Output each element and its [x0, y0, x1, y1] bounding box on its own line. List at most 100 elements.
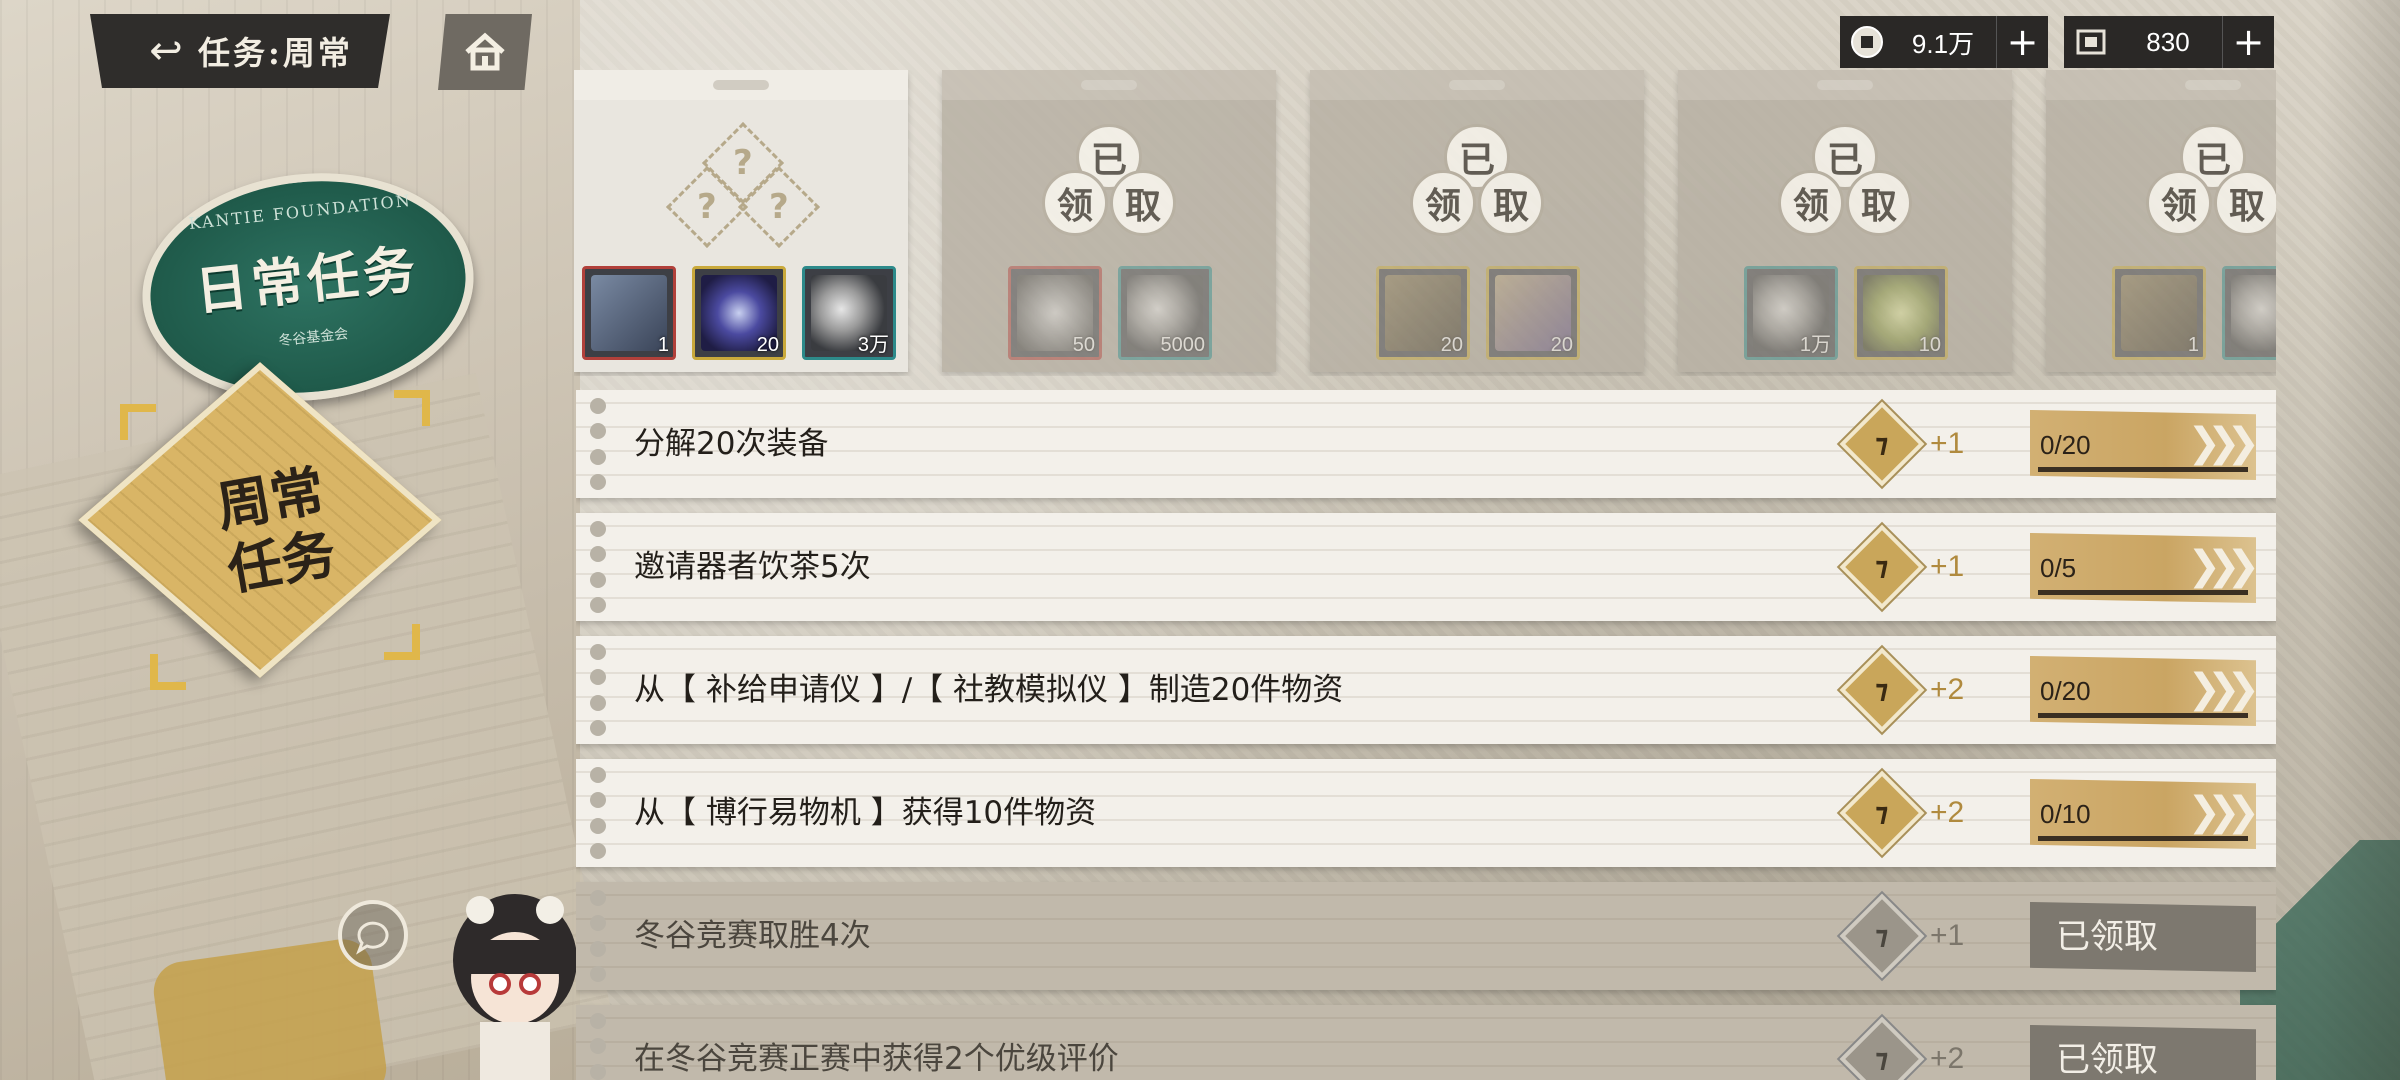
task-claimed-button[interactable]: 已领取 — [2030, 1025, 2256, 1080]
frame-corner — [150, 654, 186, 690]
task-name: 邀请器者饮茶5次 — [634, 549, 871, 585]
task-go-button[interactable]: 0/20 ❯❯❯ — [2030, 410, 2256, 480]
task-progress-bar — [2038, 836, 2248, 841]
reward-item[interactable]: 3万 — [802, 266, 896, 360]
daily-sub: 冬谷基金会 — [277, 325, 349, 349]
reward-item[interactable]: 1万 — [1744, 266, 1838, 360]
reward-card-hanger — [1678, 70, 2012, 100]
reward-item[interactable]: 20 — [1486, 266, 1580, 360]
task-points: +1 — [1930, 427, 1965, 460]
reward-card[interactable]: 已 领 取 1 50 — [2046, 70, 2276, 372]
activity-point-icon: ⁊ — [1839, 401, 1925, 487]
reward-item[interactable]: 20 — [692, 266, 786, 360]
item-qty: 20 — [1440, 334, 1463, 356]
item-qty: 5000 — [1160, 334, 1206, 356]
reward-item[interactable]: 50 — [2222, 266, 2276, 360]
reward-items: 20 20 — [1376, 266, 1580, 360]
title-bar: ↩ 任务:周常 — [90, 14, 390, 88]
task-go-button[interactable]: 0/10 ❯❯❯ — [2030, 779, 2256, 849]
paper-holes — [590, 644, 606, 736]
background-right-shade — [2320, 0, 2400, 1080]
reward-card[interactable]: 已 领 取 50 5000 — [942, 70, 1276, 372]
paper-holes — [590, 890, 606, 982]
weekly-label: 周常任务 — [211, 457, 341, 603]
document-icon — [2121, 275, 2197, 351]
document-icon — [591, 275, 667, 351]
reward-items: 1 50 — [2112, 266, 2276, 360]
task-progress-bar — [2038, 467, 2248, 472]
chat-button[interactable] — [338, 900, 408, 970]
reward-items: 1万 10 — [1744, 266, 1948, 360]
paper-holes — [590, 1013, 606, 1080]
reward-item[interactable]: 20 — [1376, 266, 1470, 360]
activity-point-icon: ⁊ — [1839, 770, 1925, 856]
item-qty: 3万 — [857, 334, 889, 356]
task-progress-text: 0/20 — [2040, 676, 2091, 706]
activity-point-icon: ⁊ — [1839, 524, 1925, 610]
task-name: 从【 补给申请仪 】/【 社教模拟仪 】制造20件物资 — [634, 672, 1344, 708]
task-name: 从【 博行易物机 】获得10件物资 — [634, 795, 1097, 831]
task-progress-text: 0/20 — [2040, 430, 2091, 460]
item-qty: 20 — [756, 334, 779, 356]
task-list[interactable]: 分解20次装备 ⁊ +1 0/20 ❯❯❯ 邀请器者饮茶5次 ⁊ +1 0/5 … — [576, 390, 2276, 1080]
reward-card[interactable]: 已 领 取 1万 10 — [1678, 70, 2012, 372]
reward-card-hanger — [574, 70, 908, 100]
activity-point-icon: ⁊ — [1839, 1016, 1925, 1080]
task-progress-text: 0/10 — [2040, 799, 2091, 829]
daily-arc-text: KANTIE FOUNDATION — [187, 190, 413, 234]
task-go-button[interactable]: 0/20 ❯❯❯ — [2030, 656, 2256, 726]
frame-corner — [120, 404, 156, 440]
chevron-right-icon: ❯❯❯ — [2187, 543, 2256, 589]
reward-items: 1 20 3万 — [582, 266, 896, 360]
character-avatar[interactable] — [440, 880, 590, 1080]
reward-card[interactable]: 已 领 取 20 20 — [1310, 70, 1644, 372]
chevron-right-icon: ❯❯❯ — [2187, 666, 2256, 712]
reward-item[interactable]: 1 — [582, 266, 676, 360]
chevron-right-icon: ❯❯❯ — [2187, 420, 2256, 466]
coin-icon — [1844, 19, 1890, 65]
frame-corner — [384, 624, 420, 660]
reward-items: 50 5000 — [1008, 266, 1212, 360]
ticket-value: 830 — [2146, 26, 2190, 57]
item-qty: 50 — [1072, 334, 1095, 356]
task-row: 从【 补给申请仪 】/【 社教模拟仪 】制造20件物资 ⁊ +2 0/20 ❯❯… — [576, 636, 2276, 744]
add-ticket-button[interactable]: + — [2222, 16, 2274, 68]
add-coin-button[interactable]: + — [1996, 16, 2048, 68]
paper-holes — [590, 521, 606, 613]
currency-coin: 9.1万 + — [1840, 16, 2048, 68]
reward-item[interactable]: 5000 — [1118, 266, 1212, 360]
task-progress-text: 0/5 — [2040, 553, 2077, 583]
item-qty: 1 — [657, 334, 669, 356]
reward-card[interactable]: ? ? ? 1 20 3万 — [574, 70, 908, 372]
currency-ticket: 830 + — [2064, 16, 2274, 68]
daily-label: 日常任务 — [192, 237, 422, 323]
task-row: 分解20次装备 ⁊ +1 0/20 ❯❯❯ — [576, 390, 2276, 498]
task-points: +2 — [1930, 796, 1965, 829]
back-icon[interactable]: ↩ — [140, 25, 192, 77]
task-claimed-button[interactable]: 已领取 — [2030, 902, 2256, 972]
reward-item[interactable]: 50 — [1008, 266, 1102, 360]
claimed-stamp: 已 领 取 — [2146, 124, 2276, 236]
task-points: +2 — [1930, 1042, 1965, 1075]
task-row: 邀请器者饮茶5次 ⁊ +1 0/5 ❯❯❯ — [576, 513, 2276, 621]
task-go-button[interactable]: 0/5 ❯❯❯ — [2030, 533, 2256, 603]
task-points: +1 — [1930, 919, 1965, 952]
frame-corner — [394, 390, 430, 426]
task-name: 冬谷竞赛取胜4次 — [634, 918, 871, 954]
task-progress-bar — [2038, 590, 2248, 595]
chevron-right-icon: ❯❯❯ — [2187, 789, 2256, 835]
task-name: 在冬谷竞赛正赛中获得2个优级评价 — [634, 1041, 1119, 1077]
reward-item[interactable]: 1 — [2112, 266, 2206, 360]
task-row: 从【 博行易物机 】获得10件物资 ⁊ +2 0/10 ❯❯❯ — [576, 759, 2276, 867]
item-qty: 10 — [1918, 334, 1941, 356]
coin-value: 9.1万 — [1911, 28, 1975, 59]
coins-icon — [2231, 275, 2276, 351]
claimed-stamp: 已 领 取 — [1778, 124, 1912, 236]
claimed-stamp: 已 领 取 — [1410, 124, 1544, 236]
home-icon — [465, 32, 505, 71]
home-button[interactable] — [438, 14, 532, 90]
paper-holes — [590, 398, 606, 490]
reward-card-hanger — [1310, 70, 1644, 100]
reward-item[interactable]: 10 — [1854, 266, 1948, 360]
reward-card-hanger — [942, 70, 1276, 100]
